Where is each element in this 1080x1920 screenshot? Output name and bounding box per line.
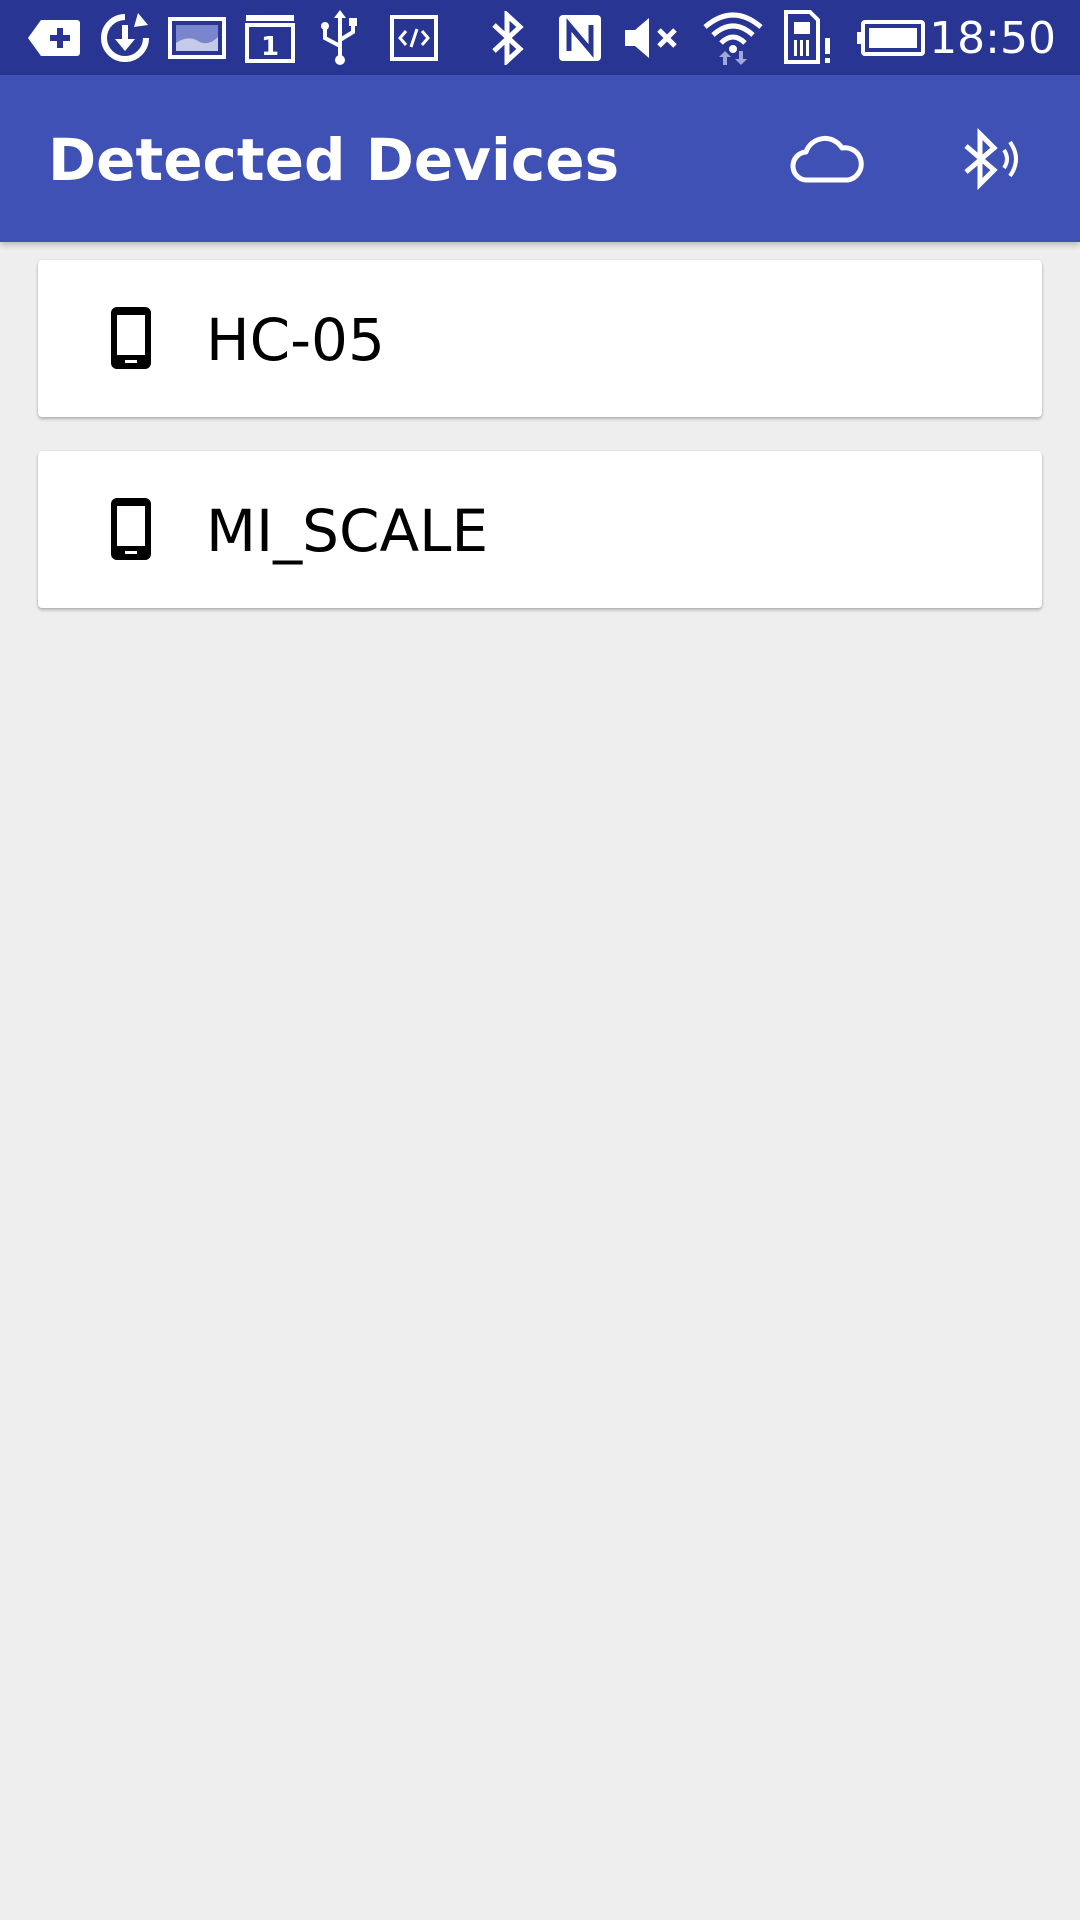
smartphone-icon <box>98 305 164 371</box>
svg-text:1: 1 <box>261 32 279 62</box>
app-bar: Detected Devices <box>0 75 1080 242</box>
add-notification-icon <box>26 10 82 66</box>
smartphone-icon <box>98 496 164 562</box>
battery-icon <box>854 10 926 66</box>
device-item-hc-05[interactable]: HC-05 <box>38 260 1042 417</box>
bluetooth-searching-icon <box>960 127 1024 195</box>
device-item-mi-scale[interactable]: MI_SCALE <box>38 451 1042 608</box>
gallery-icon <box>168 10 226 66</box>
calendar-icon: 1 <box>244 10 296 66</box>
sim-alert-icon <box>782 10 834 66</box>
status-bar: 1 18:50 <box>0 0 1080 75</box>
page-title: Detected Devices <box>48 126 620 194</box>
device-list: HC-05 MI_SCALE <box>38 260 1042 642</box>
wifi-icon <box>700 10 766 66</box>
code-icon <box>388 10 440 66</box>
status-clock: 18:50 <box>929 13 1056 64</box>
volume-muted-icon <box>622 10 684 66</box>
bluetooth-icon <box>488 10 528 66</box>
nfc-icon <box>556 10 604 66</box>
device-name: MI_SCALE <box>206 497 489 565</box>
bluetooth-scan-button[interactable] <box>944 113 1040 209</box>
cloud-button[interactable] <box>780 113 876 209</box>
device-name: HC-05 <box>206 306 385 374</box>
sync-download-icon <box>96 10 154 66</box>
cloud-icon <box>790 134 866 189</box>
usb-icon <box>316 10 364 66</box>
